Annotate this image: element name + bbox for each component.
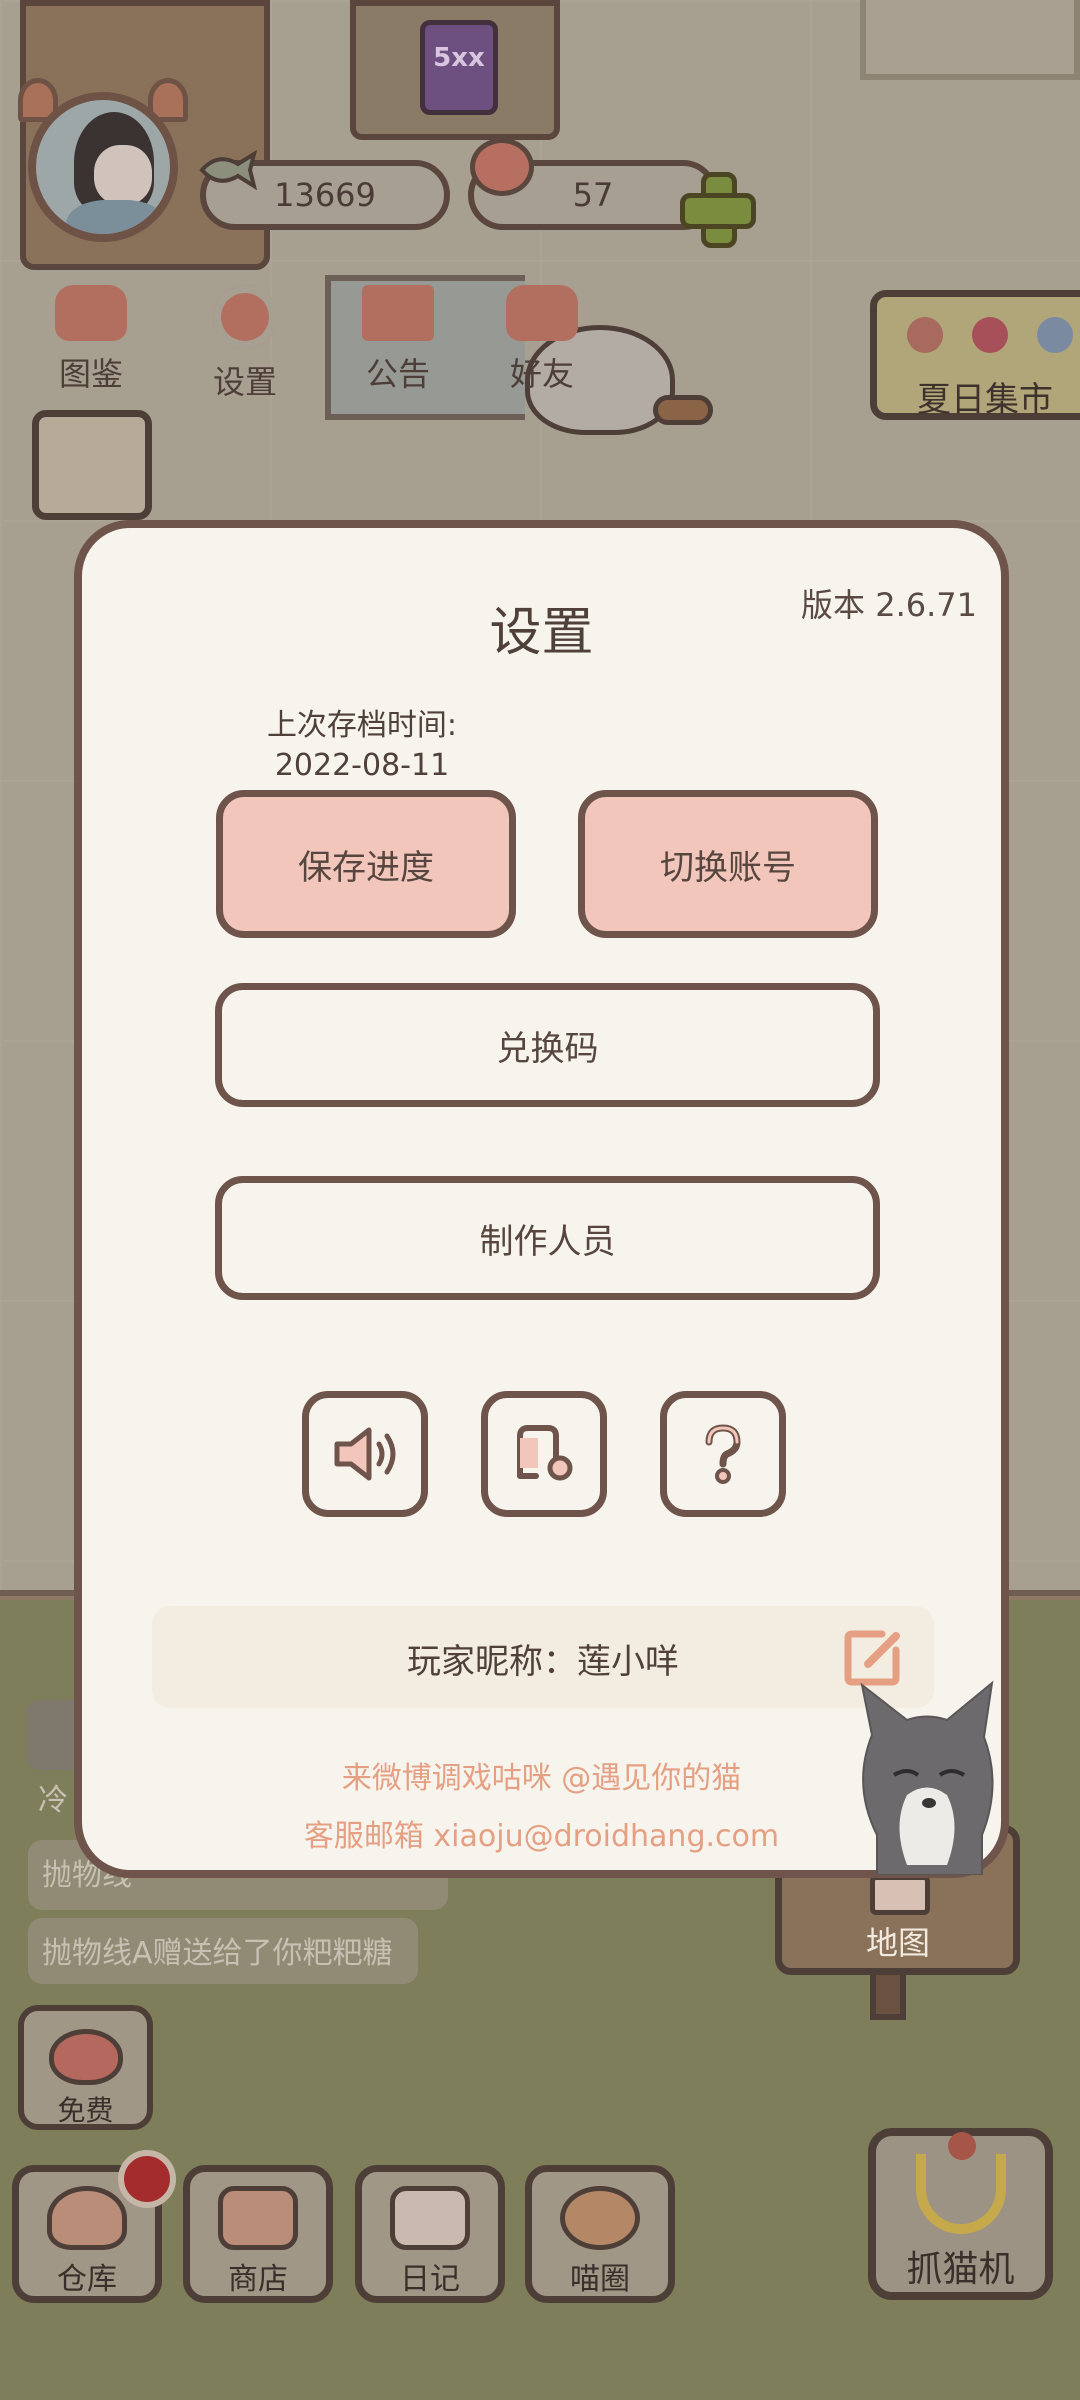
house-icon [870, 1875, 930, 1915]
calendar-icon[interactable] [32, 410, 152, 520]
flower-icon [972, 317, 1008, 353]
feed-message-text: 抛物线A赠送给了你粑粑糖 [42, 1936, 393, 1971]
credits-label: 制作人员 [479, 1221, 616, 1262]
redeem-code-label: 兑换码 [496, 1028, 599, 1069]
notice-label: 公告 [365, 355, 430, 393]
switch-account-label: 切换账号 [660, 847, 796, 888]
flower-icon [907, 317, 943, 353]
flower-icon [1037, 317, 1073, 353]
speaker-icon [334, 1427, 396, 1481]
fish-count: 13669 [274, 176, 376, 214]
settings-button[interactable]: 设置 [190, 285, 300, 403]
claw-machine-button[interactable]: 抓猫机 [868, 2128, 1053, 2300]
avatar-face [94, 145, 152, 205]
save-progress-button[interactable]: 保存进度 [216, 790, 516, 938]
notice-button[interactable]: 公告 [343, 285, 453, 395]
music-note-icon [517, 1425, 573, 1481]
atlas-label: 图鉴 [58, 355, 123, 393]
heart-icon [48, 2029, 123, 2085]
apple-count: 57 [572, 176, 614, 214]
claw-machine-label: 抓猫机 [906, 2249, 1015, 2290]
nickname-bar[interactable]: 玩家昵称：莲小咩 [152, 1606, 934, 1708]
cat-circle-button[interactable]: 喵圈 [525, 2165, 675, 2303]
summer-market-button[interactable]: 夏日集市 [870, 290, 1080, 420]
gift-icon [362, 285, 434, 341]
switch-account-button[interactable]: 切换账号 [578, 790, 878, 938]
fish-icon [199, 150, 258, 190]
summer-market-label: 夏日集市 [917, 380, 1053, 420]
music-toggle-button[interactable] [481, 1391, 607, 1517]
shop-label: 商店 [228, 2262, 288, 2297]
cat-circle-label: 喵圈 [570, 2262, 630, 2297]
apple-icon [470, 138, 534, 196]
sound-toggle-button[interactable] [302, 1391, 428, 1517]
player-avatar[interactable] [28, 92, 178, 242]
cat-photo [860, 1680, 994, 1875]
free-label: 免费 [57, 2094, 114, 2127]
storage-bowl-icon [47, 2186, 127, 2250]
feed-message: 抛物线A赠送给了你粑粑糖 [28, 1918, 418, 1984]
redeem-code-button[interactable]: 兑换码 [215, 983, 880, 1107]
gear-icon [213, 285, 277, 349]
atlas-button[interactable]: 图鉴 [36, 285, 146, 395]
nickname-text: 玩家昵称：莲小咩 [407, 1642, 679, 1682]
planet-cat-icon [560, 2186, 640, 2250]
question-mark-icon [705, 1424, 741, 1484]
friends-button[interactable]: 好友 [487, 285, 597, 395]
cat-face-icon [55, 285, 127, 341]
claw-icon [915, 2132, 1006, 2234]
cold-label: 冷 [38, 1783, 68, 1818]
save-progress-label: 保存进度 [298, 847, 434, 888]
shop-icon [218, 2186, 298, 2250]
storage-label: 仓库 [57, 2262, 117, 2297]
book-icon: 5xx [420, 20, 498, 115]
add-currency-icon[interactable] [680, 172, 756, 248]
diary-label: 日记 [400, 2262, 460, 2297]
credits-button[interactable]: 制作人员 [215, 1176, 880, 1300]
settings-label: 设置 [212, 363, 277, 401]
shop-button[interactable]: 商店 [183, 2165, 333, 2303]
free-button[interactable]: 免费 [18, 2005, 153, 2130]
last-save-label: 上次存档时间: [266, 708, 458, 743]
notification-badge [118, 2150, 176, 2208]
help-button[interactable] [660, 1391, 786, 1517]
diary-icon [390, 2186, 470, 2250]
map-label: 地图 [866, 1924, 931, 1962]
friends-icon [506, 285, 578, 341]
window [860, 0, 1080, 80]
cat-tail [653, 395, 713, 425]
version-label: 版本 2.6.71 [801, 586, 977, 624]
map-sign-post [870, 1975, 906, 2020]
diary-button[interactable]: 日记 [355, 2165, 505, 2303]
friends-label: 好友 [509, 355, 574, 393]
